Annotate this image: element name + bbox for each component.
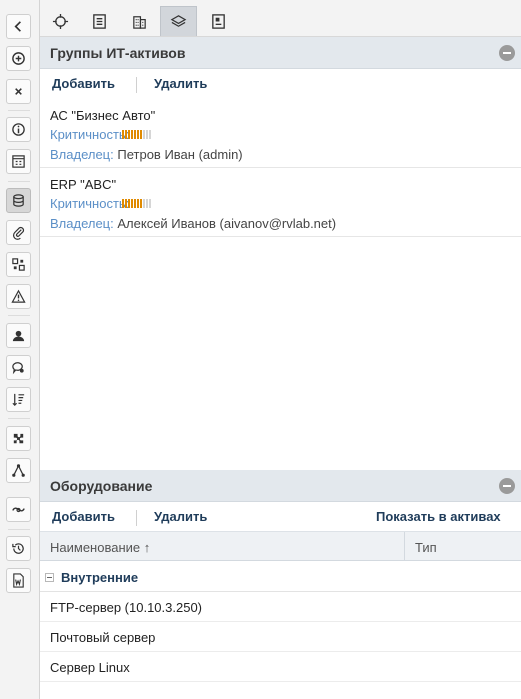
add-circle-icon[interactable]	[6, 46, 31, 71]
puzzle-icon[interactable]	[6, 426, 31, 451]
criticality-segment	[131, 130, 133, 139]
column-header-type[interactable]: Тип	[415, 540, 437, 555]
sort-icon[interactable]	[6, 387, 31, 412]
criticality-segment	[131, 199, 133, 208]
table-row[interactable]: Сервер Linux	[40, 652, 521, 682]
criticality-segment	[146, 199, 148, 208]
word-doc-icon[interactable]	[6, 568, 31, 593]
list-item[interactable]: ERP "ABC" Критичность: Владелец: Алексей…	[40, 168, 521, 237]
asset-groups-actions: Добавить Удалить	[40, 69, 521, 99]
criticality-segment	[134, 130, 136, 139]
warning-icon[interactable]	[6, 284, 31, 309]
equipment-header: Оборудование	[40, 470, 521, 502]
owner-value: Алексей Иванов (aivanov@rvlab.net)	[117, 216, 337, 231]
criticality-segment	[137, 199, 139, 208]
building-icon[interactable]	[121, 6, 158, 36]
asset-groups-title: Группы ИТ-активов	[50, 45, 186, 61]
equipment-name: Сервер Linux	[50, 660, 130, 675]
history-icon[interactable]	[6, 536, 31, 561]
paperclip-icon[interactable]	[6, 220, 31, 245]
delete-group-button[interactable]: Удалить	[154, 76, 207, 91]
equipment-actions: Добавить Удалить Показать в активах	[40, 502, 521, 532]
criticality-segment	[125, 130, 127, 139]
table-row[interactable]: FTP-сервер (10.10.3.250)	[40, 592, 521, 622]
criticality-segment	[128, 130, 130, 139]
left-toolbar	[0, 0, 40, 699]
delete-equipment-button[interactable]: Удалить	[154, 509, 207, 524]
collapse-icon[interactable]	[499, 45, 515, 61]
column-header-name[interactable]: Наименование ↑	[50, 540, 150, 555]
criticality-segment	[122, 199, 124, 208]
add-equipment-button[interactable]: Добавить	[52, 509, 115, 524]
owner-line: Владелец: Петров Иван (admin)	[50, 147, 243, 162]
calendar-grid-icon[interactable]	[6, 149, 31, 174]
asset-group-list: АС "Бизнес Авто" Критичность: Владелец: …	[40, 99, 521, 237]
group-row-label: Внутренние	[61, 570, 139, 585]
criticality-segment	[140, 130, 142, 139]
collapse-group-icon[interactable]	[45, 573, 54, 582]
layers-icon[interactable]	[160, 6, 197, 36]
database-icon[interactable]	[6, 188, 31, 213]
equipment-table-header: Наименование ↑ Тип	[40, 531, 521, 561]
top-tab-bar	[40, 0, 521, 37]
criticality-segment	[125, 199, 127, 208]
equipment-name: Почтовый сервер	[50, 630, 156, 645]
owner-value: Петров Иван (admin)	[117, 147, 243, 162]
criticality-segment	[146, 130, 148, 139]
collapse-icon[interactable]	[499, 478, 515, 494]
equipment-name: FTP-сервер (10.10.3.250)	[50, 600, 203, 615]
comment-search-icon[interactable]	[6, 355, 31, 380]
criticality-segment	[122, 130, 124, 139]
asset-groups-header: Группы ИТ-активов	[40, 37, 521, 69]
criticality-segment	[143, 130, 145, 139]
criticality-meter	[122, 199, 151, 208]
table-row[interactable]: Почтовый сервер	[40, 622, 521, 652]
qr-code-icon[interactable]	[6, 252, 31, 277]
criticality-meter	[122, 130, 151, 139]
criticality-segment	[149, 130, 151, 139]
criticality-segment	[149, 199, 151, 208]
document-list-icon[interactable]	[81, 6, 118, 36]
add-group-button[interactable]: Добавить	[52, 76, 115, 91]
crosshair-icon[interactable]	[42, 6, 79, 36]
group-name: ERP "ABC"	[50, 177, 117, 192]
owner-label: Владелец:	[50, 147, 114, 162]
close-icon[interactable]	[6, 79, 31, 104]
criticality-segment	[137, 130, 139, 139]
network-icon[interactable]	[6, 458, 31, 483]
criticality-segment	[128, 199, 130, 208]
criticality-label: Критичность:	[50, 196, 130, 211]
chevron-left-icon[interactable]	[6, 14, 31, 39]
equipment-title: Оборудование	[50, 478, 153, 494]
criticality-segment	[143, 199, 145, 208]
group-name: АС "Бизнес Авто"	[50, 108, 156, 123]
show-in-assets-button[interactable]: Показать в активах	[376, 509, 501, 524]
user-icon[interactable]	[6, 323, 31, 348]
form-icon[interactable]	[200, 6, 237, 36]
criticality-segment	[140, 199, 142, 208]
list-item[interactable]: АС "Бизнес Авто" Критичность: Владелец: …	[40, 99, 521, 168]
owner-label: Владелец:	[50, 216, 114, 231]
owner-line: Владелец: Алексей Иванов (aivanov@rvlab.…	[50, 216, 336, 231]
link-icon[interactable]	[6, 497, 31, 522]
group-row[interactable]: Внутренние	[40, 561, 521, 592]
criticality-label: Критичность:	[50, 127, 130, 142]
info-icon[interactable]	[6, 117, 31, 142]
criticality-segment	[134, 199, 136, 208]
